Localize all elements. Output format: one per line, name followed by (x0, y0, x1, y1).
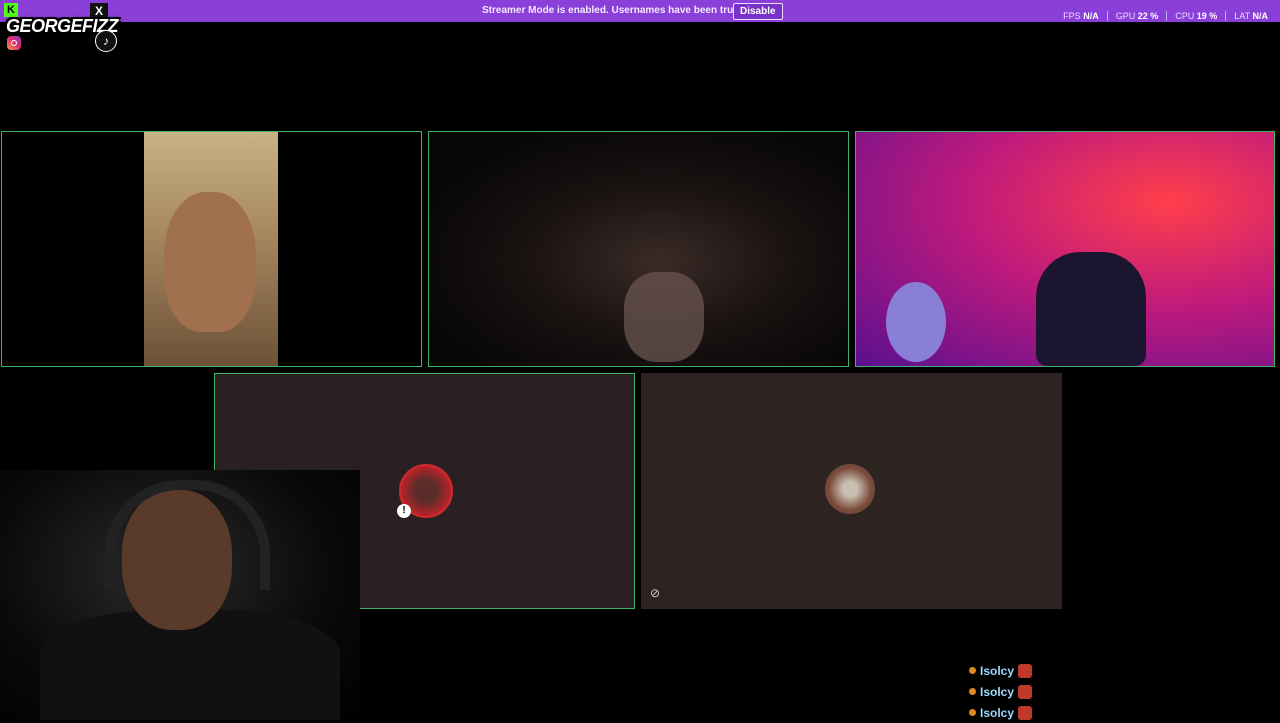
video-tile-1[interactable] (1, 131, 422, 367)
emote-icon (1018, 663, 1033, 678)
streamer-mode-banner: Streamer Mode is enabled. Usernames have… (0, 0, 1280, 22)
voice-tile-2[interactable]: ⊘ (641, 373, 1062, 609)
chat-message: Isolcy (969, 681, 1089, 702)
participant-camera-feed (429, 132, 848, 366)
stat-gpu: GPU 22 % (1115, 11, 1159, 21)
instagram-icon (7, 36, 21, 50)
video-tile-3[interactable] (855, 131, 1275, 367)
participant-camera-feed (144, 132, 278, 366)
badge-icon (969, 667, 976, 674)
tiktok-icon: ♪ (95, 30, 117, 52)
participant-avatar (825, 464, 875, 514)
participant-camera-feed (856, 132, 1274, 366)
chat-username: Isolcy (980, 705, 1015, 720)
headphones (105, 480, 270, 590)
badge-icon (969, 709, 976, 716)
emote-icon (1018, 705, 1033, 720)
performance-stats: FPS N/A GPU 22 % CPU 19 % LAT N/A (1063, 11, 1268, 21)
chat-message: Isolcy (969, 660, 1089, 681)
disable-streamer-mode-button[interactable]: Disable (733, 3, 783, 20)
video-tile-2[interactable] (428, 131, 849, 367)
stream-overlay-logo: K X GEORGEFIZZ ♪ (0, 0, 120, 55)
stat-cpu: CPU 19 % (1175, 11, 1218, 21)
kick-icon: K (4, 3, 18, 17)
chat-overlay: Isolcy Isolcy Isolcy (969, 660, 1089, 723)
chat-username: Isolcy (980, 684, 1015, 699)
emote-icon (1018, 684, 1033, 699)
deafened-icon: ⊘ (650, 586, 661, 600)
stat-lat: LAT N/A (1234, 11, 1268, 21)
chat-username: Isolcy (980, 663, 1015, 678)
streamer-facecam (0, 470, 360, 720)
stat-fps: FPS N/A (1063, 11, 1099, 21)
streamer-mode-message: Streamer Mode is enabled. Usernames have… (482, 5, 769, 16)
muted-icon: ! (397, 504, 411, 518)
badge-icon (969, 688, 976, 695)
